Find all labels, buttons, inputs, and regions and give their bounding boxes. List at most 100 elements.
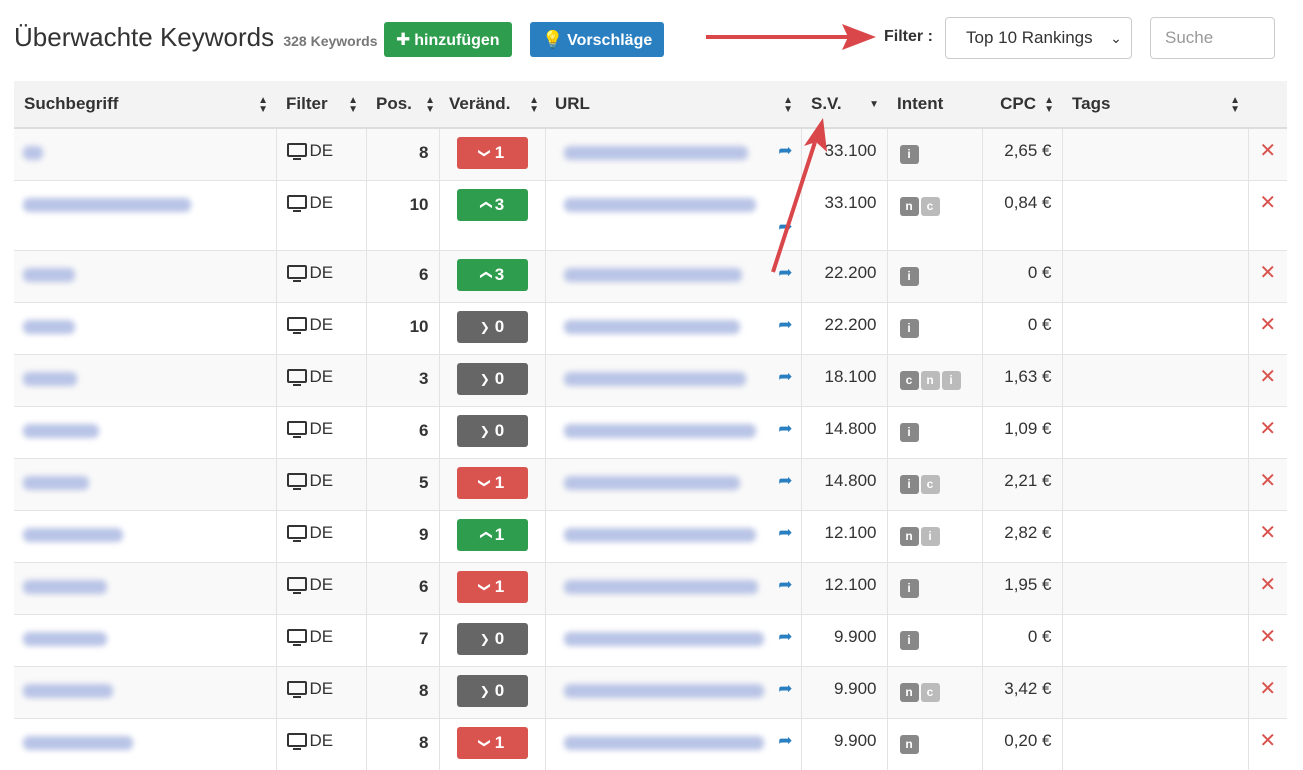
keyword-link-blurred[interactable]: [23, 267, 75, 282]
tags-cell[interactable]: [1061, 301, 1248, 354]
delete-button[interactable]: ✕: [1247, 353, 1287, 406]
share-icon[interactable]: ➦: [778, 731, 792, 751]
keyword-cell[interactable]: [14, 509, 276, 562]
keyword-link-blurred[interactable]: [23, 197, 191, 212]
tags-cell[interactable]: [1061, 665, 1248, 718]
col-header-cpc[interactable]: CPC ▲ ▼: [982, 81, 1062, 129]
tags-cell[interactable]: [1061, 179, 1248, 250]
cpc-cell: 0 €: [981, 613, 1062, 666]
url-link-blurred[interactable]: [563, 371, 746, 386]
tags-cell[interactable]: [1061, 457, 1248, 510]
delete-button[interactable]: ✕: [1247, 561, 1287, 614]
table-row: DE 7 ❯ 0 ➦ 9.900 i 0 € ✕: [14, 613, 1287, 666]
url-link-blurred[interactable]: [563, 319, 740, 334]
share-icon[interactable]: ➦: [778, 141, 792, 161]
url-link-blurred[interactable]: [563, 631, 764, 646]
url-link-blurred[interactable]: [563, 146, 748, 160]
keyword-link-blurred[interactable]: [23, 423, 99, 438]
url-link-blurred[interactable]: [563, 197, 756, 212]
delete-button[interactable]: ✕: [1247, 249, 1287, 302]
col-header-search-volume[interactable]: S.V. ▼: [801, 81, 887, 129]
col-header-tags[interactable]: Tags ▲ ▼: [1062, 81, 1248, 129]
keyword-link-blurred[interactable]: [23, 319, 75, 334]
share-icon[interactable]: ➦: [778, 367, 792, 387]
share-icon[interactable]: ➦: [778, 471, 792, 491]
keyword-link-blurred[interactable]: [23, 371, 77, 386]
keyword-link-blurred[interactable]: [23, 735, 133, 750]
keyword-cell[interactable]: [14, 561, 276, 614]
tags-cell[interactable]: [1061, 613, 1248, 666]
keyword-link-blurred[interactable]: [23, 475, 89, 490]
delete-button[interactable]: ✕: [1247, 509, 1287, 562]
col-header-change[interactable]: Veränd. ▲ ▼: [439, 81, 545, 129]
sort-icon: ▲ ▼: [348, 95, 358, 115]
share-icon[interactable]: ➦: [778, 217, 792, 237]
keyword-cell[interactable]: [14, 249, 276, 302]
col-header-keyword[interactable]: Suchbegriff ▲ ▼: [14, 81, 276, 129]
url-cell: ➦: [544, 457, 801, 510]
tags-cell[interactable]: [1061, 561, 1248, 614]
change-badge: ❯ 0: [456, 362, 528, 395]
share-icon[interactable]: ➦: [778, 315, 792, 335]
keyword-cell[interactable]: [14, 353, 276, 406]
keyword-link-blurred[interactable]: [23, 579, 107, 594]
share-icon[interactable]: ➦: [778, 263, 792, 283]
col-header-position-label: Pos.: [376, 94, 412, 113]
keyword-link-blurred[interactable]: [23, 527, 123, 542]
change-cell: ❯ 3: [438, 249, 545, 302]
chevron-down-icon: ❯: [477, 737, 492, 748]
delete-button[interactable]: ✕: [1247, 665, 1287, 718]
tags-cell[interactable]: [1061, 509, 1248, 562]
tags-cell[interactable]: [1061, 127, 1248, 180]
tags-cell[interactable]: [1061, 405, 1248, 458]
share-icon[interactable]: ➦: [778, 679, 792, 699]
intent-cell: nc: [886, 179, 982, 250]
keyword-cell[interactable]: [14, 127, 276, 180]
share-icon[interactable]: ➦: [778, 523, 792, 543]
monitor-icon: [286, 420, 307, 438]
delete-button[interactable]: ✕: [1247, 613, 1287, 666]
position-cell: 5: [365, 457, 439, 510]
delete-button[interactable]: ✕: [1247, 717, 1287, 770]
keyword-link-blurred[interactable]: [23, 146, 43, 160]
keyword-cell[interactable]: [14, 405, 276, 458]
delete-button[interactable]: ✕: [1247, 127, 1287, 180]
filter-select[interactable]: Top 10 Rankings ⌄: [945, 17, 1132, 59]
keyword-link-blurred[interactable]: [23, 631, 107, 646]
change-badge: ❯ 0: [456, 310, 528, 343]
keyword-cell[interactable]: [14, 665, 276, 718]
keyword-cell[interactable]: [14, 179, 276, 250]
keyword-cell[interactable]: [14, 457, 276, 510]
url-link-blurred[interactable]: [563, 527, 756, 542]
delete-button[interactable]: ✕: [1247, 457, 1287, 510]
add-keyword-button[interactable]: ✚ hinzufügen: [384, 22, 512, 57]
sort-icon: ▲ ▼: [425, 95, 435, 115]
tags-cell[interactable]: [1061, 249, 1248, 302]
delete-button[interactable]: ✕: [1247, 301, 1287, 354]
url-link-blurred[interactable]: [563, 475, 740, 490]
tags-cell[interactable]: [1061, 717, 1248, 770]
share-icon[interactable]: ➦: [778, 575, 792, 595]
suggestions-button[interactable]: 💡 Vorschläge: [530, 22, 665, 57]
url-link-blurred[interactable]: [563, 423, 756, 438]
url-link-blurred[interactable]: [563, 735, 764, 750]
col-header-url[interactable]: URL ▲ ▼: [545, 81, 801, 129]
share-icon[interactable]: ➦: [778, 419, 792, 439]
col-header-position[interactable]: Pos. ▲ ▼: [366, 81, 439, 129]
col-header-filter[interactable]: Filter ▲ ▼: [276, 81, 366, 129]
filter-cell: DE: [275, 353, 366, 406]
tags-cell[interactable]: [1061, 353, 1248, 406]
table-row: DE 10 ❯ 3 ➦ 33.100 nc 0,84 € ✕: [14, 179, 1287, 250]
delete-button[interactable]: ✕: [1247, 405, 1287, 458]
url-link-blurred[interactable]: [563, 683, 764, 698]
keyword-cell[interactable]: [14, 301, 276, 354]
keyword-link-blurred[interactable]: [23, 683, 113, 698]
url-link-blurred[interactable]: [563, 579, 758, 594]
delete-button[interactable]: ✕: [1247, 179, 1287, 250]
keyword-cell[interactable]: [14, 717, 276, 770]
share-icon[interactable]: ➦: [778, 627, 792, 647]
search-input[interactable]: Suche: [1150, 17, 1275, 59]
keyword-cell[interactable]: [14, 613, 276, 666]
search-volume-cell: 14.800: [800, 405, 887, 458]
url-link-blurred[interactable]: [563, 267, 742, 282]
